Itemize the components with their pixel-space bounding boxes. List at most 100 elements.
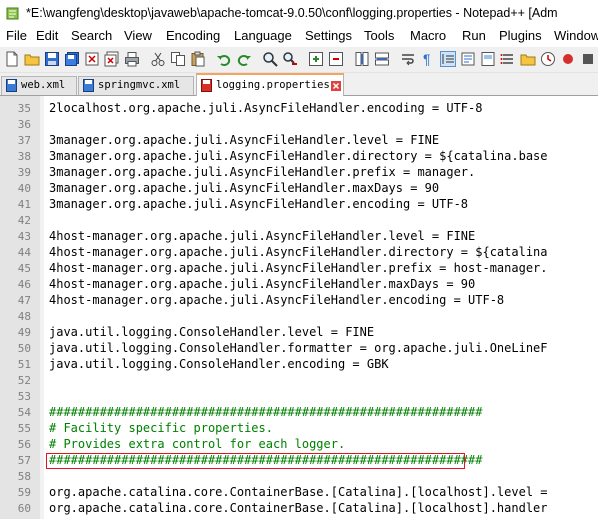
- code-line[interactable]: 40 3manager.org.apache.juli.AsyncFileHand…: [0, 180, 598, 196]
- code-line[interactable]: 45 4host-manager.org.apache.juli.AsyncFil…: [0, 260, 598, 276]
- menu-window[interactable]: Window: [554, 28, 598, 43]
- menu-view[interactable]: View: [124, 28, 152, 43]
- save-icon[interactable]: [44, 51, 60, 67]
- save-all-icon[interactable]: [64, 51, 80, 67]
- user-defined-language-icon[interactable]: [460, 51, 476, 67]
- doc-map-icon[interactable]: [480, 51, 496, 67]
- toolbar: ¶: [0, 47, 598, 73]
- code-line[interactable]: 55 # Facility specific properties.: [0, 420, 598, 436]
- line-number: 35: [17, 102, 31, 115]
- code-line[interactable]: 52: [0, 372, 598, 388]
- editor[interactable]: 35 2localhost.org.apache.juli.AsyncFileHa…: [0, 96, 598, 519]
- copy-icon[interactable]: [170, 51, 186, 67]
- tab-bar: web.xml springmvc.xml logging.properties: [0, 73, 598, 96]
- code-line[interactable]: 54 ######################################…: [0, 404, 598, 420]
- menu-settings[interactable]: Settings: [305, 28, 352, 43]
- tab-label: logging.properties: [216, 79, 330, 91]
- line-number: 38: [17, 150, 31, 163]
- sync-vertical-icon[interactable]: [354, 51, 370, 67]
- menu-plugins[interactable]: Plugins: [499, 28, 542, 43]
- code-line[interactable]: 44 4host-manager.org.apache.juli.AsyncFil…: [0, 244, 598, 260]
- new-file-icon[interactable]: [4, 51, 20, 67]
- line-number: 36: [17, 118, 31, 131]
- line-text: 4host-manager.org.apache.juli.AsyncFileH…: [49, 261, 548, 275]
- code-line[interactable]: 41 3manager.org.apache.juli.AsyncFileHand…: [0, 196, 598, 212]
- line-text: 3manager.org.apache.juli.AsyncFileHandle…: [49, 133, 440, 147]
- menu-macro[interactable]: Macro: [410, 28, 446, 43]
- code-line[interactable]: 46 4host-manager.org.apache.juli.AsyncFil…: [0, 276, 598, 292]
- line-text: org.apache.catalina.core.ContainerBase.[…: [49, 501, 548, 515]
- line-text: 4host-manager.org.apache.juli.AsyncFileH…: [49, 229, 476, 243]
- code-line[interactable]: 50 java.util.logging.ConsoleHandler.forma…: [0, 340, 598, 356]
- stop-macro-icon[interactable]: [580, 51, 596, 67]
- menu-run[interactable]: Run: [462, 28, 486, 43]
- code-line[interactable]: 47 4host-manager.org.apache.juli.AsyncFil…: [0, 292, 598, 308]
- menu-file[interactable]: File: [6, 28, 27, 43]
- line-number: 48: [17, 310, 31, 323]
- line-text: 3manager.org.apache.juli.AsyncFileHandle…: [49, 181, 440, 195]
- line-number: 60: [17, 502, 31, 515]
- code-line[interactable]: 60 org.apache.catalina.core.ContainerBase…: [0, 500, 598, 516]
- line-text: # Provides extra control for each logger…: [49, 437, 346, 451]
- close-tab-icon[interactable]: [331, 81, 341, 91]
- cut-icon[interactable]: [150, 51, 166, 67]
- zoom-in-icon[interactable]: [308, 51, 324, 67]
- monitoring-icon[interactable]: [540, 51, 556, 67]
- code-line[interactable]: 49 java.util.logging.ConsoleHandler.level…: [0, 324, 598, 340]
- code-line[interactable]: 39 3manager.org.apache.juli.AsyncFileHand…: [0, 164, 598, 180]
- line-text: 3manager.org.apache.juli.AsyncFileHandle…: [49, 165, 476, 179]
- line-number: 43: [17, 230, 31, 243]
- tab-logging-properties[interactable]: logging.properties: [196, 73, 344, 96]
- menu-encoding[interactable]: Encoding: [166, 28, 220, 43]
- menu-search[interactable]: Search: [71, 28, 112, 43]
- code-line[interactable]: 36: [0, 116, 598, 132]
- redo-icon[interactable]: [236, 51, 252, 67]
- menu-bar: File Edit Search View Encoding Language …: [0, 27, 598, 47]
- print-icon[interactable]: [124, 51, 140, 67]
- line-number: 37: [17, 134, 31, 147]
- sync-horizontal-icon[interactable]: [374, 51, 390, 67]
- tab-web-xml[interactable]: web.xml: [1, 76, 77, 95]
- close-file-icon[interactable]: [84, 51, 100, 67]
- unsaved-file-icon: [201, 79, 212, 92]
- line-number: 41: [17, 198, 31, 211]
- menu-edit[interactable]: Edit: [36, 28, 58, 43]
- function-list-icon[interactable]: [500, 51, 516, 67]
- paste-icon[interactable]: [190, 51, 206, 67]
- code-line[interactable]: 56 # Provides extra control for each logg…: [0, 436, 598, 452]
- line-text: 4host-manager.org.apache.juli.AsyncFileH…: [49, 293, 505, 307]
- selection-highlight-box: [46, 453, 465, 469]
- code-line[interactable]: 51 java.util.logging.ConsoleHandler.encod…: [0, 356, 598, 372]
- code-line[interactable]: 58: [0, 468, 598, 484]
- line-number: 44: [17, 246, 31, 259]
- line-number: 58: [17, 470, 31, 483]
- tab-springmvc-xml[interactable]: springmvc.xml: [78, 76, 194, 95]
- show-all-chars-icon[interactable]: ¶: [420, 51, 436, 67]
- undo-icon[interactable]: [216, 51, 232, 67]
- code-line[interactable]: 42: [0, 212, 598, 228]
- close-all-icon[interactable]: [104, 51, 120, 67]
- code-line[interactable]: 43 4host-manager.org.apache.juli.AsyncFil…: [0, 228, 598, 244]
- word-wrap-icon[interactable]: [400, 51, 416, 67]
- find-icon[interactable]: [262, 51, 278, 67]
- open-file-icon[interactable]: [24, 51, 40, 67]
- tab-label: springmvc.xml: [98, 79, 181, 91]
- line-number: 50: [17, 342, 31, 355]
- line-text: 4host-manager.org.apache.juli.AsyncFileH…: [49, 245, 548, 259]
- menu-tools[interactable]: Tools: [364, 28, 394, 43]
- code-line[interactable]: 37 3manager.org.apache.juli.AsyncFileHand…: [0, 132, 598, 148]
- code-line[interactable]: 53: [0, 388, 598, 404]
- record-macro-icon[interactable]: [560, 51, 576, 67]
- folder-as-workspace-icon[interactable]: [520, 51, 536, 67]
- code-line[interactable]: 48: [0, 308, 598, 324]
- code-line[interactable]: 38 3manager.org.apache.juli.AsyncFileHand…: [0, 148, 598, 164]
- code-line[interactable]: 59 org.apache.catalina.core.ContainerBase…: [0, 484, 598, 500]
- zoom-out-icon[interactable]: [328, 51, 344, 67]
- line-number: 46: [17, 278, 31, 291]
- menu-language[interactable]: Language: [234, 28, 292, 43]
- replace-icon[interactable]: [282, 51, 298, 67]
- line-text: java.util.logging.ConsoleHandler.formatt…: [49, 341, 548, 355]
- line-text: 3manager.org.apache.juli.AsyncFileHandle…: [49, 149, 548, 163]
- code-line[interactable]: 35 2localhost.org.apache.juli.AsyncFileHa…: [0, 100, 598, 116]
- indent-guide-icon[interactable]: [440, 51, 456, 67]
